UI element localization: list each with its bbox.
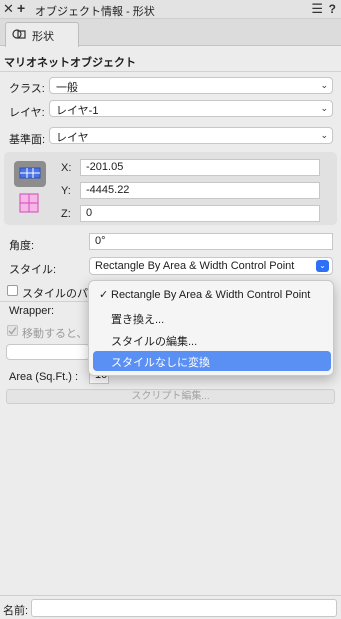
style-select[interactable]: Rectangle By Area & Width Control Point … — [89, 257, 333, 275]
plane-grid-icon[interactable] — [19, 193, 39, 213]
plane-value: レイヤ — [56, 132, 89, 144]
z-field[interactable]: 0 — [80, 205, 320, 222]
close-icon[interactable]: ✕ — [3, 1, 14, 17]
shape-icon — [12, 29, 26, 39]
help-icon[interactable]: ? — [329, 2, 336, 16]
plane-label: 基準面: — [9, 134, 46, 146]
chevron-down-icon: ⌄ — [320, 130, 328, 140]
menu-item-label: 置き換え... — [111, 314, 165, 326]
name-field[interactable] — [31, 599, 337, 617]
tab-shape[interactable]: 形状 — [5, 22, 79, 47]
class-value: 一般 — [56, 82, 78, 94]
object-action-button[interactable] — [6, 344, 90, 360]
plane-select[interactable]: レイヤ ⌄ — [49, 127, 333, 144]
menu-icon[interactable]: ☰ — [311, 1, 323, 17]
window-title: オブジェクト情報 - 形状 — [35, 6, 155, 18]
layer-label: レイヤ: — [9, 107, 45, 119]
name-label: 名前: — [3, 605, 29, 617]
divider — [0, 71, 341, 72]
class-label: クラス: — [9, 83, 45, 95]
name-bar: 名前: — [0, 595, 341, 619]
section-title: マリオネットオブジェクト — [4, 57, 136, 69]
menu-item-label: スタイルなしに変換 — [111, 357, 210, 369]
angle-field[interactable]: 0° — [89, 233, 333, 250]
x-field[interactable]: -201.05 — [80, 159, 320, 176]
wrapper-label: Wrapper: — [9, 305, 55, 317]
menu-item-label: Rectangle By Area & Width Control Point — [111, 289, 311, 301]
z-label: Z: — [61, 208, 71, 220]
menu-item-edit-style[interactable]: スタイルの編集... — [93, 330, 331, 350]
class-select[interactable]: 一般 ⌄ — [49, 77, 333, 94]
angle-label: 角度: — [9, 240, 35, 252]
style-label: スタイル: — [9, 264, 57, 276]
style-params-checkbox[interactable] — [7, 285, 18, 296]
checkmark-icon: ✓ — [99, 289, 109, 301]
area-label: Area (Sq.Ft.) : — [9, 371, 79, 383]
menu-item-replace[interactable]: 置き換え... — [93, 308, 331, 328]
chevron-down-icon: ⌄ — [320, 103, 328, 113]
y-label: Y: — [61, 185, 71, 197]
layer-value: レイヤ-1 — [56, 105, 99, 117]
chevron-down-icon: ⌄ — [320, 80, 328, 90]
y-field[interactable]: -4445.22 — [80, 182, 320, 199]
tab-label: 形状 — [32, 31, 54, 43]
layer-select[interactable]: レイヤ-1 ⌄ — [49, 100, 333, 117]
menu-item-label: スタイルの編集... — [111, 336, 198, 348]
plan-view-icon[interactable] — [14, 161, 46, 187]
menu-item-convert-unstyled[interactable]: スタイルなしに変換 — [93, 351, 331, 371]
x-label: X: — [61, 162, 72, 174]
chevron-down-icon: ⌄ — [316, 260, 329, 272]
title-bar: ✕ + オブジェクト情報 - 形状 ☰ ? — [0, 0, 341, 19]
menu-item-style-current[interactable]: ✓ Rectangle By Area & Width Control Poin… — [93, 286, 331, 306]
divider — [0, 301, 88, 302]
tab-bar: 形状 — [0, 19, 341, 47]
add-icon[interactable]: + — [17, 0, 25, 16]
style-dropdown-menu: ✓ Rectangle By Area & Width Control Poin… — [88, 280, 334, 376]
script-edit-button[interactable]: スクリプト編集... — [6, 389, 335, 404]
style-value: Rectangle By Area & Width Control Point — [95, 260, 295, 272]
move-option-checkbox[interactable] — [7, 325, 18, 336]
